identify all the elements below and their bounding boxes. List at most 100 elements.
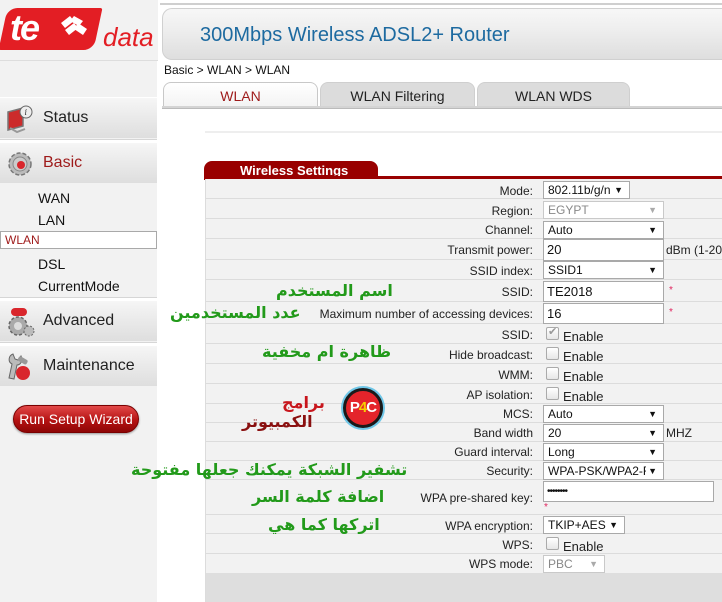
sidebar-menu-status[interactable]: i Status	[0, 97, 157, 138]
ssid-input[interactable]: TE2018	[543, 281, 664, 302]
mode-label: Mode:	[499, 184, 533, 198]
ap-isolation-checkbox[interactable]	[546, 387, 559, 400]
chevron-down-icon: ▼	[609, 520, 618, 530]
page-title: 300Mbps Wireless ADSL2+ Router	[200, 24, 510, 46]
guard-interval-label: Guard interval:	[454, 445, 533, 459]
checkbox-label: Enable	[563, 389, 604, 404]
wpa-encryption-label: WPA encryption:	[445, 519, 533, 533]
row-region: Region: EGYPT ▼	[206, 199, 722, 219]
region-select[interactable]: EGYPT ▼	[543, 201, 664, 219]
run-setup-wizard-button[interactable]: Run Setup Wizard	[13, 405, 139, 433]
security-select[interactable]: WPA-PSK/WPA2-F ▼	[543, 462, 664, 480]
max-devices-input[interactable]: 16	[543, 303, 664, 324]
sidebar-item-wan[interactable]: WAN	[0, 187, 157, 209]
guard-interval-select[interactable]: Long ▼	[543, 443, 664, 461]
ssid-enable-checkbox[interactable]	[546, 325, 559, 340]
row-channel: Channel: Auto ▼	[206, 219, 722, 239]
hide-broadcast-label: Hide broadcast:	[448, 348, 533, 362]
wmm-label: WMM:	[498, 368, 533, 382]
ssid-label: SSID:	[501, 285, 533, 299]
wps-mode-select[interactable]: PBC ▼	[543, 555, 605, 573]
wps-mode-label: WPS mode:	[468, 557, 533, 571]
row-wps: WPS: Enable	[206, 534, 722, 554]
band-width-unit: MHZ	[666, 426, 692, 440]
sidebar-item-currentmode[interactable]: CurrentMode	[0, 275, 157, 297]
logo-subtext: data	[103, 22, 154, 52]
wpa-encryption-value: TKIP+AES	[548, 518, 606, 532]
annotation-wpa-key: اضافة كلمة السر	[252, 487, 385, 506]
sidebar-menu-label: Maintenance	[43, 357, 135, 374]
mode-value: 802.11b/g/n	[548, 183, 611, 197]
wps-checkbox[interactable]	[546, 537, 559, 550]
sidebar-item-wlan[interactable]: WLAN	[0, 231, 157, 249]
checkbox-label: Enable	[563, 369, 604, 384]
chevron-down-icon: ▼	[648, 265, 657, 275]
ssid-index-value: SSID1	[548, 263, 583, 277]
required-marker: *	[669, 307, 673, 318]
tab-wlan[interactable]: WLAN	[163, 82, 318, 107]
region-label: Region:	[491, 204, 533, 218]
chevron-down-icon: ▼	[648, 225, 657, 235]
chevron-down-icon: ▼	[646, 463, 657, 479]
p4c-logo-icon: P4C	[343, 388, 383, 428]
wpa-key-input[interactable]: ••••••••	[543, 481, 714, 502]
svg-text:i: i	[25, 108, 28, 117]
band-width-value: 20	[548, 426, 562, 440]
ssid-index-label: SSID index:	[469, 264, 533, 278]
mode-select[interactable]: 802.11b/g/n ▼	[543, 181, 630, 199]
ssid-enable-label: SSID:	[501, 328, 533, 342]
annotation-ssid: اسم المستخدم	[276, 281, 393, 300]
max-devices-label: Maximum number of accessing devices:	[319, 307, 533, 321]
transmit-power-input[interactable]: 20	[543, 239, 664, 261]
mcs-label: MCS:	[503, 407, 533, 421]
wrench-icon	[8, 353, 30, 380]
router-admin-page: te data i Status Basic WAN LAN WLAN DSL …	[0, 0, 722, 602]
checkbox-label: Enable	[563, 349, 604, 364]
header-rule	[160, 3, 722, 5]
row-mode: Mode: 802.11b/g/n ▼	[206, 179, 722, 199]
mcs-value: Auto	[548, 407, 573, 421]
hide-broadcast-checkbox[interactable]	[546, 347, 559, 360]
title-bar: 300Mbps Wireless ADSL2+ Router	[162, 8, 722, 60]
annotation-hide-broadcast: ظاهرة ام مخفية	[262, 342, 392, 361]
sidebar-menu-advanced[interactable]: Advanced	[0, 300, 157, 341]
annotation-security: تشفير الشبكة يمكنك جعلها مفتوحة	[131, 460, 408, 479]
row-wps-mode: WPS mode: PBC ▼	[206, 554, 722, 573]
wpa-encryption-select[interactable]: TKIP+AES ▼	[543, 516, 625, 534]
sidebar-menu-label: Basic	[43, 154, 83, 171]
sidebar-item-dsl[interactable]: DSL	[0, 253, 157, 275]
region-value: EGYPT	[548, 203, 589, 217]
annotation-max-devices: عدد المستخدمين	[170, 303, 301, 322]
ap-isolation-label: AP isolation:	[466, 388, 534, 402]
p4c-logo-text: P4C	[346, 399, 380, 416]
band-width-label: Band width	[473, 426, 533, 440]
channel-select[interactable]: Auto ▼	[543, 221, 664, 239]
p4c-letter: C	[366, 399, 377, 416]
advanced-gears-icon	[8, 308, 35, 337]
form-footer-bar	[206, 573, 722, 602]
chevron-down-icon: ▼	[614, 185, 623, 195]
wps-mode-value: PBC	[548, 557, 573, 571]
tab-wlan-wds[interactable]: WLAN WDS	[477, 82, 630, 107]
breadcrumb: Basic > WLAN > WLAN	[164, 63, 291, 77]
row-wmm: WMM: Enable	[206, 364, 722, 384]
sidebar-menu-maintenance[interactable]: Maintenance	[0, 345, 157, 386]
checkbox-label: Enable	[563, 539, 604, 554]
wireless-settings-form: Mode: 802.11b/g/n ▼ Region: EGYPT ▼ Channe…	[205, 179, 722, 602]
ssid-index-select[interactable]: SSID1 ▼	[543, 261, 664, 279]
gear-icon	[8, 152, 32, 176]
sidebar-item-lan[interactable]: LAN	[0, 209, 157, 231]
security-value: WPA-PSK/WPA2-F	[548, 464, 651, 478]
wps-label: WPS:	[502, 538, 533, 552]
tab-wlan-filtering[interactable]: WLAN Filtering	[320, 82, 475, 107]
wmm-checkbox[interactable]	[546, 367, 559, 380]
chevron-down-icon: ▼	[648, 428, 657, 438]
security-label: Security:	[486, 464, 533, 478]
chevron-down-icon: ▼	[648, 409, 657, 419]
status-monitor-icon: i	[7, 105, 33, 134]
mcs-select[interactable]: Auto ▼	[543, 405, 664, 423]
sidebar-menu-basic[interactable]: Basic	[0, 142, 157, 183]
tab-underline	[162, 106, 722, 109]
band-width-select[interactable]: 20 ▼	[543, 424, 664, 442]
row-transmit-power: Transmit power: 20 dBm (1-20	[206, 239, 722, 261]
